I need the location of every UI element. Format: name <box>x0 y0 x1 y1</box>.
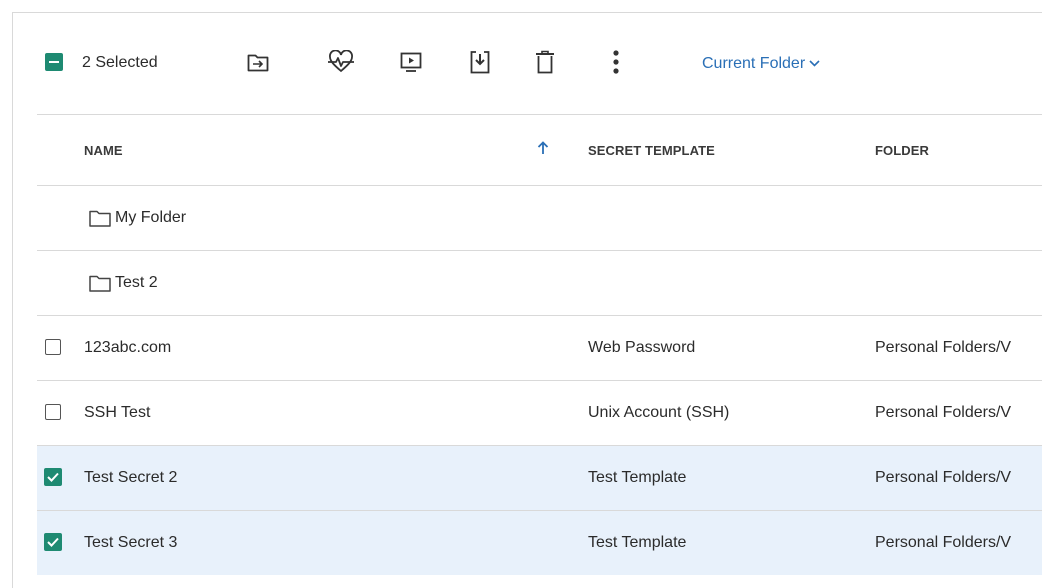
secret-template: Test Template <box>588 469 687 486</box>
secret-row[interactable]: SSH Test Unix Account (SSH) Personal Fol… <box>37 381 1042 446</box>
row-checkbox[interactable] <box>45 339 61 355</box>
folder-name[interactable]: Test 2 <box>115 273 158 293</box>
secret-name[interactable]: Test Secret 2 <box>84 468 177 488</box>
row-checkbox[interactable] <box>45 404 61 420</box>
folder-row[interactable]: My Folder <box>37 186 1042 251</box>
secret-folder: Personal Folders/V <box>875 534 1012 551</box>
selected-count: 2 Selected <box>82 54 158 71</box>
secret-folder: Personal Folders/V <box>875 469 1012 486</box>
secret-template: Unix Account (SSH) <box>588 404 730 421</box>
column-header-name[interactable]: NAME <box>84 143 123 158</box>
secret-row-selected[interactable]: Test Secret 2 Test Template Personal Fol… <box>37 446 1042 511</box>
export-icon[interactable] <box>466 47 494 77</box>
secret-folder: Personal Folders/V <box>875 339 1012 356</box>
folder-icon <box>89 210 111 232</box>
heartbeat-icon[interactable] <box>327 47 355 77</box>
folder-name[interactable]: My Folder <box>115 208 186 228</box>
table-header: NAME SECRET TEMPLATE FOLDER <box>37 115 1042 186</box>
move-to-folder-icon[interactable] <box>244 47 272 77</box>
secret-name[interactable]: SSH Test <box>84 403 150 423</box>
secret-name[interactable]: Test Secret 3 <box>84 533 177 553</box>
secrets-panel: 2 Selected Current Folder NAME SECRET TE… <box>12 12 1042 588</box>
folder-icon <box>89 275 111 297</box>
secret-row-selected[interactable]: Test Secret 3 Test Template Personal Fol… <box>37 511 1042 575</box>
row-checkbox-checked[interactable] <box>44 533 62 551</box>
launch-icon[interactable] <box>397 47 425 77</box>
bulk-actions-toolbar: 2 Selected Current Folder <box>37 13 1042 115</box>
secret-row[interactable]: 123abc.com Web Password Personal Folders… <box>37 316 1042 381</box>
folder-row[interactable]: Test 2 <box>37 251 1042 316</box>
scope-dropdown-label: Current Folder <box>702 55 806 72</box>
sort-ascending-icon[interactable] <box>537 141 549 160</box>
column-header-folder[interactable]: FOLDER <box>875 143 929 158</box>
secret-template: Test Template <box>588 534 687 551</box>
secret-folder: Personal Folders/V <box>875 404 1012 421</box>
row-checkbox-checked[interactable] <box>44 468 62 486</box>
column-header-secret-template[interactable]: SECRET TEMPLATE <box>588 143 715 158</box>
scope-dropdown[interactable]: Current Folder <box>702 53 820 74</box>
more-options-icon[interactable] <box>602 47 630 77</box>
chevron-down-icon <box>809 53 820 73</box>
select-all-checkbox[interactable] <box>45 53 63 71</box>
secret-template: Web Password <box>588 339 696 356</box>
secret-name[interactable]: 123abc.com <box>84 338 171 358</box>
delete-icon[interactable] <box>531 47 559 77</box>
